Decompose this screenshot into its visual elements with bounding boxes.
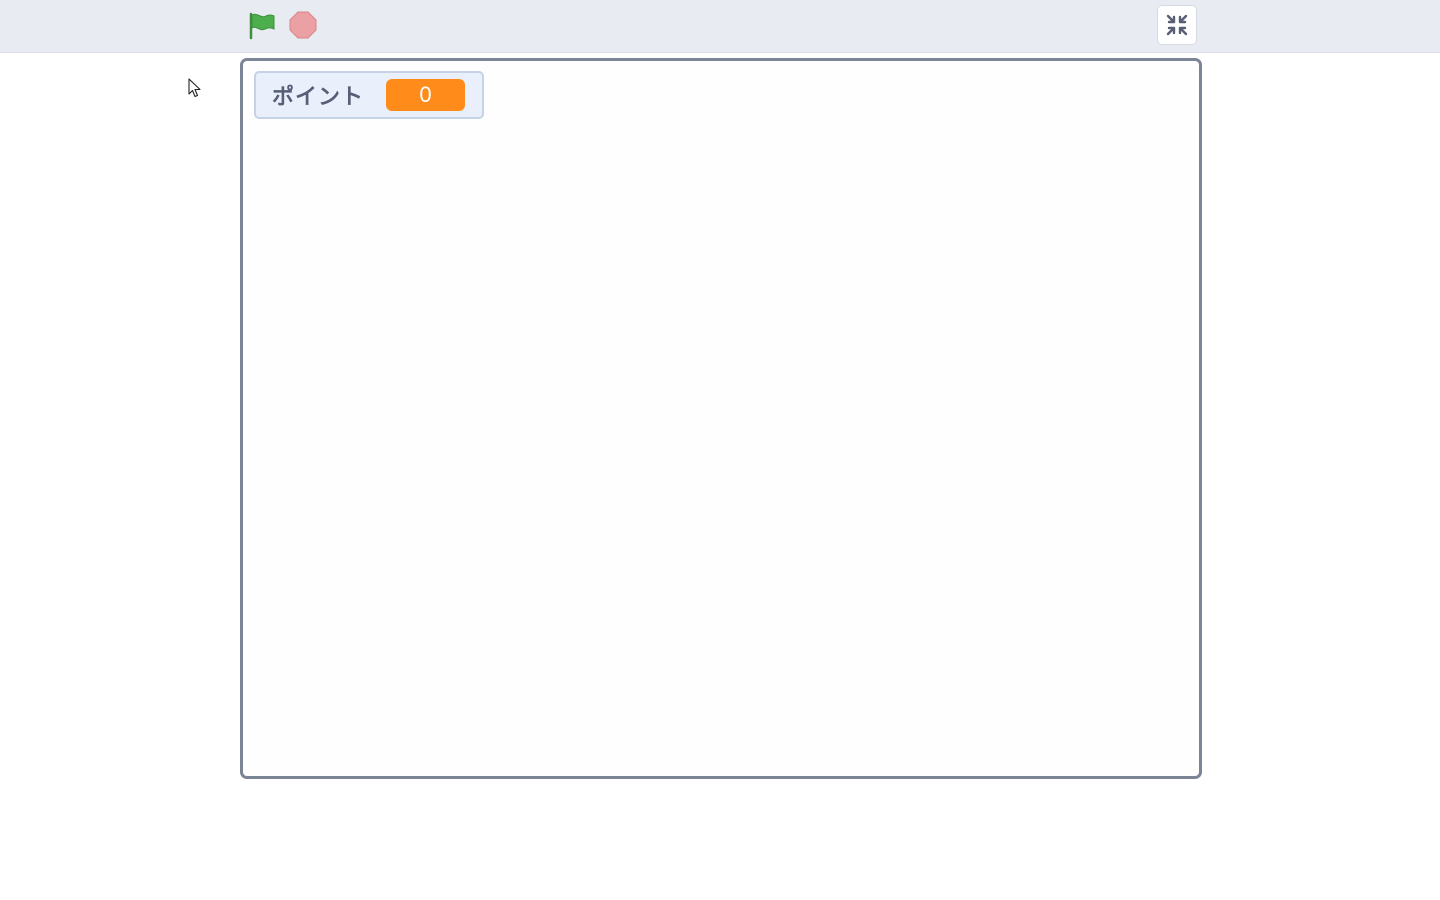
stop-button[interactable]: [289, 11, 317, 39]
variable-monitor-label: ポイント: [272, 85, 365, 110]
variable-monitor[interactable]: ポイント 0: [254, 71, 484, 119]
stage-canvas[interactable]: ポイント 0: [240, 58, 1202, 779]
stop-sign-icon: [289, 11, 317, 39]
stage-header-bar: [0, 0, 1440, 53]
green-flag-button[interactable]: [248, 12, 278, 40]
exit-fullscreen-button[interactable]: [1157, 5, 1197, 45]
mouse-cursor-icon: [188, 78, 204, 100]
variable-monitor-value: 0: [386, 79, 465, 111]
exit-fullscreen-icon: [1166, 14, 1188, 36]
green-flag-icon: [249, 12, 275, 40]
